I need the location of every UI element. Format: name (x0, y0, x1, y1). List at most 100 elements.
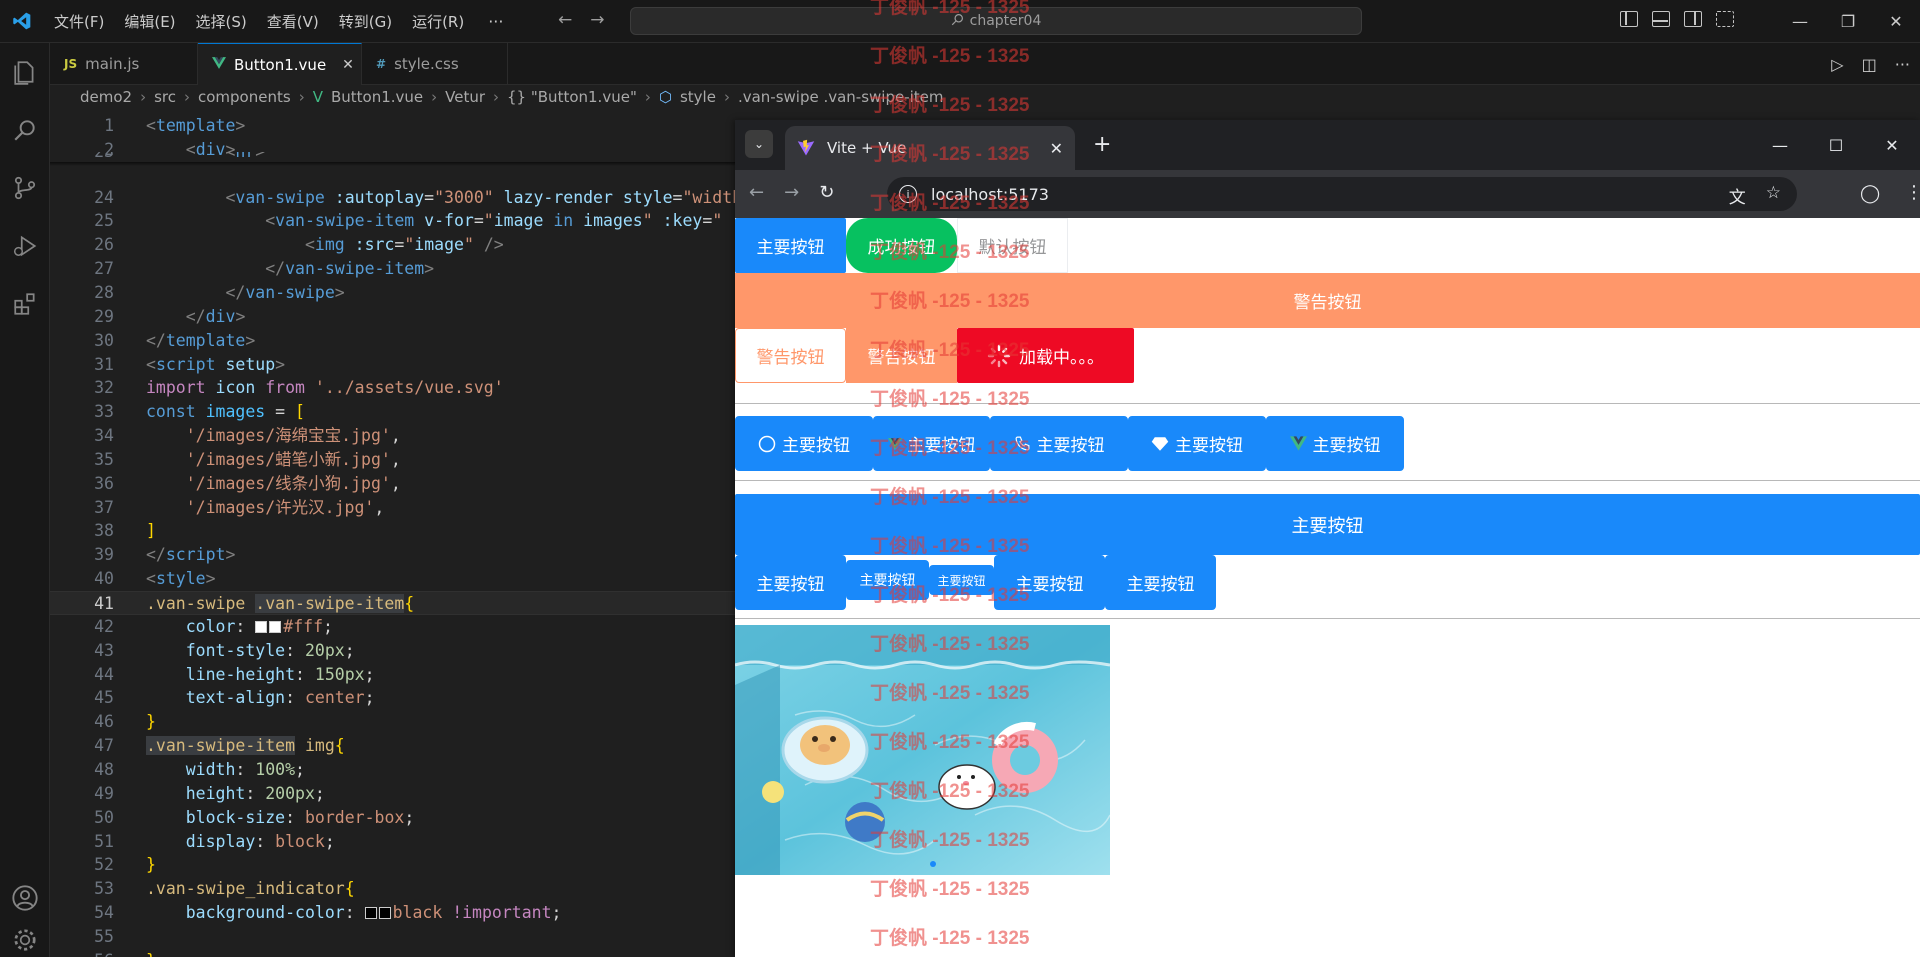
back-arrow-icon[interactable]: ← (749, 182, 764, 203)
breadcrumb-item[interactable]: demo2 (80, 88, 132, 106)
minimize-icon[interactable]: — (1752, 120, 1808, 170)
code-line[interactable]: 28 </van-swipe> (50, 281, 735, 305)
code-editor[interactable]: 1<template>2 <div>23 <hr>24 <van-swipe :… (50, 114, 735, 957)
maximize-icon[interactable]: ☐ (1808, 120, 1864, 170)
code-line[interactable]: 49 height: 200px; (50, 782, 735, 806)
toggle-panel-icon[interactable] (1652, 11, 1670, 27)
code-line[interactable]: 34 '/images/海绵宝宝.jpg', (50, 424, 735, 448)
tab-search-chevron-icon[interactable]: ⌄ (745, 130, 773, 158)
primary-button[interactable]: 主要按钮 (735, 218, 846, 273)
code-line[interactable]: 37 '/images/许光汉.jpg', (50, 496, 735, 520)
diamond-icon-button[interactable]: 主要按钮 (1128, 416, 1266, 471)
code-line[interactable]: 55 (50, 925, 735, 949)
code-line[interactable]: 44 line-height: 150px; (50, 663, 735, 687)
swipe-indicator-dot[interactable] (930, 861, 936, 867)
command-center-search[interactable]: chapter04 (630, 7, 1362, 35)
image-swipe-carousel[interactable] (735, 625, 1110, 875)
code-line[interactable]: 38] (50, 519, 735, 543)
explorer-icon[interactable] (0, 43, 50, 101)
primary-button[interactable]: 主要按钮 (1105, 555, 1216, 610)
code-line[interactable]: 25 <van-swipe-item v-for="image in image… (50, 209, 735, 233)
block-primary-button[interactable]: 主要按钮 (735, 494, 1920, 555)
close-icon[interactable]: ✕ (1864, 120, 1920, 170)
menu-go[interactable]: 转到(G) (329, 11, 402, 32)
code-line[interactable]: 43 font-style: 20px; (50, 639, 735, 663)
close-icon[interactable]: ✕ (1872, 0, 1920, 43)
tab-style-css[interactable]: # style.css (362, 43, 508, 85)
breadcrumb-item[interactable]: .van-swipe .van-swipe-item (738, 88, 944, 106)
breadcrumb-item[interactable]: Button1.vue (331, 88, 423, 106)
code-line[interactable]: 35 '/images/蜡笔小新.jpg', (50, 448, 735, 472)
code-line[interactable]: 30 </template> (50, 329, 735, 353)
code-line[interactable]: 56} (50, 949, 735, 957)
go-back-icon[interactable]: ← (558, 10, 572, 30)
restore-icon[interactable]: ❐ (1824, 0, 1872, 43)
code-line[interactable]: 39 </script> (50, 543, 735, 567)
tab-main-js[interactable]: JS main.js (50, 43, 198, 85)
source-control-icon[interactable] (0, 159, 50, 217)
profile-icon[interactable]: ◯ (1860, 183, 1880, 204)
menu-view[interactable]: 查看(V) (257, 11, 329, 32)
code-line[interactable]: 27 </van-swipe-item> (50, 257, 735, 281)
phone-icon-button[interactable]: 主要按钮 (990, 416, 1128, 471)
code-line[interactable]: 41 .van-swipe .van-swipe-item{ (50, 591, 735, 615)
breadcrumb-item[interactable]: {} "Button1.vue" (507, 88, 637, 106)
code-line[interactable]: 47 .van-swipe-item img{ (50, 734, 735, 758)
code-line[interactable]: 50 block-size: border-box; (50, 806, 735, 830)
code-line[interactable]: 51 display: block; (50, 830, 735, 854)
code-line[interactable]: 32 import icon from '../assets/vue.svg' (50, 376, 735, 400)
forward-arrow-icon[interactable]: → (784, 182, 799, 203)
code-line[interactable]: 1 <template> (50, 114, 735, 138)
breadcrumb-item[interactable]: Vetur (445, 88, 485, 106)
code-line[interactable]: 42 color: #fff; (50, 615, 735, 639)
code-line[interactable]: 40 <style> (50, 567, 735, 591)
code-line[interactable]: 53 .van-swipe_indicator{ (50, 877, 735, 901)
address-bar[interactable]: i localhost:5173 ⽂ ☆ (887, 177, 1797, 211)
code-line[interactable]: 45 text-align: center; (50, 686, 735, 710)
tab-close-icon[interactable]: ✕ (342, 57, 354, 73)
code-line[interactable]: 54 background-color: black !important; (50, 901, 735, 925)
menu-run[interactable]: 运行(R) (402, 11, 474, 32)
large-primary-button[interactable]: 主要按钮 (735, 555, 846, 610)
menu-file[interactable]: 文件(F) (44, 11, 114, 32)
search-icon[interactable] (0, 101, 50, 159)
breadcrumb-item[interactable]: style (680, 88, 716, 106)
minimize-icon[interactable]: — (1776, 0, 1824, 43)
run-debug-icon[interactable] (0, 217, 50, 275)
code-line[interactable]: 31 <script setup> (50, 353, 735, 377)
run-icon[interactable]: ▷ (1831, 55, 1843, 74)
small-primary-button[interactable]: 主要按钮 (846, 560, 929, 600)
more-actions-icon[interactable]: ··· (1895, 55, 1910, 74)
reload-icon[interactable]: ↻ (819, 182, 834, 203)
code-line[interactable]: 23 <hr> (50, 152, 735, 164)
code-line[interactable]: 33 const images = [ (50, 400, 735, 424)
menu-more-icon[interactable]: ··· (474, 12, 517, 31)
mini-primary-button[interactable]: 主要按钮 (929, 565, 994, 595)
manage-gear-icon[interactable] (0, 927, 50, 957)
code-line[interactable]: 24 <van-swipe :autoplay="3000" lazy-rend… (50, 186, 735, 210)
warning-plain-button[interactable]: 警告按钮 (735, 328, 846, 383)
success-button[interactable]: 成功按钮 (846, 218, 957, 273)
image-icon-button[interactable]: 主要按钮 (873, 416, 990, 471)
menu-selection[interactable]: 选择(S) (186, 11, 257, 32)
browser-tab-close-icon[interactable]: ✕ (1050, 139, 1063, 158)
code-line[interactable]: 52} (50, 853, 735, 877)
vue-icon-button[interactable]: 主要按钮 (1266, 416, 1404, 471)
loading-button[interactable]: 加载中。。。 (957, 328, 1134, 383)
accounts-icon[interactable] (0, 869, 50, 927)
code-line[interactable]: 29 </div> (50, 305, 735, 329)
split-editor-icon[interactable]: ◫ (1862, 55, 1877, 74)
toggle-primary-sidebar-icon[interactable] (1620, 11, 1638, 27)
go-forward-icon[interactable]: → (590, 10, 604, 30)
code-line[interactable]: 26 <img :src="image" /> (50, 233, 735, 257)
breadcrumb-item[interactable]: src (154, 88, 176, 106)
primary-button[interactable]: 主要按钮 (994, 555, 1105, 610)
circle-icon-button[interactable]: 主要按钮 (735, 416, 873, 471)
browser-tab[interactable]: Vite + Vue ✕ (785, 126, 1075, 170)
breadcrumb-item[interactable]: components (198, 88, 291, 106)
toggle-secondary-sidebar-icon[interactable] (1684, 11, 1702, 27)
warning-button[interactable]: 警告按钮 (846, 328, 957, 383)
code-line[interactable]: 36 '/images/线条小狗.jpg', (50, 472, 735, 496)
tab-button1-vue[interactable]: Button1.vue ✕ (198, 43, 362, 85)
site-info-icon[interactable]: i (899, 185, 917, 203)
